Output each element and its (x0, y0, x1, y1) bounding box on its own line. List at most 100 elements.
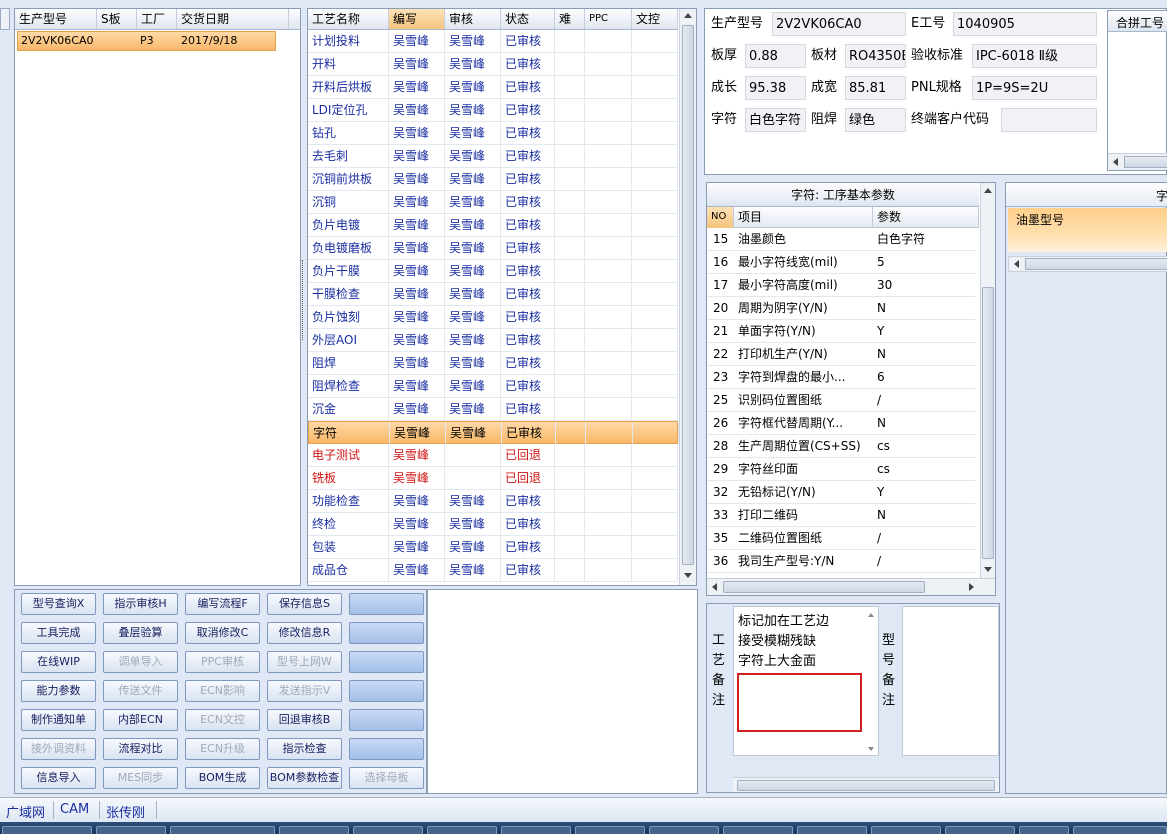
process-row[interactable]: 阻焊检查 吴雪峰 吴雪峰 已审核 (308, 375, 678, 398)
col-param[interactable]: 参数 (873, 207, 979, 228)
process-row[interactable]: 功能检查 吴雪峰 吴雪峰 已审核 (308, 490, 678, 513)
col-reviewer[interactable]: 审核 (445, 9, 501, 29)
action-button[interactable]: 型号查询X (21, 593, 96, 615)
action-button[interactable]: 回退审核B (267, 709, 342, 731)
taskbar-button[interactable] (575, 826, 645, 834)
note-hscroll-thumb[interactable] (737, 780, 995, 791)
action-button[interactable]: 叠层验算 (103, 622, 178, 644)
process-row[interactable]: 外层AOI 吴雪峰 吴雪峰 已审核 (308, 329, 678, 352)
col-status[interactable]: 状态 (501, 9, 555, 29)
process-row[interactable]: 开料 吴雪峰 吴雪峰 已审核 (308, 53, 678, 76)
process-row[interactable]: 计划投料 吴雪峰 吴雪峰 已审核 (308, 30, 678, 53)
material-value[interactable]: RO4350B (845, 44, 906, 68)
process-row[interactable]: 负电镀磨板 吴雪峰 吴雪峰 已审核 (308, 237, 678, 260)
blank-button[interactable] (349, 593, 424, 615)
process-list-scrollbar[interactable] (679, 9, 696, 585)
process-row[interactable]: 钻孔 吴雪峰 吴雪峰 已审核 (308, 122, 678, 145)
process-row[interactable]: 负片电镀 吴雪峰 吴雪峰 已审核 (308, 214, 678, 237)
param-row[interactable]: 26 字符框代替周期(Y... N (707, 412, 975, 435)
taskbar-button[interactable] (723, 826, 793, 834)
taskbar-button[interactable] (797, 826, 867, 834)
process-row[interactable]: 铣板 吴雪峰 已回退 (308, 467, 678, 490)
process-row[interactable]: 沉铜 吴雪峰 吴雪峰 已审核 (308, 191, 678, 214)
param-row[interactable]: 23 字符到焊盘的最小... 6 (707, 366, 975, 389)
taskbar-button[interactable] (1073, 826, 1167, 834)
scroll-up-icon[interactable] (868, 613, 874, 617)
process-row[interactable]: 字符 吴雪峰 吴雪峰 已审核 (308, 421, 679, 444)
scroll-up-icon[interactable] (984, 188, 992, 193)
scroll-down-icon[interactable] (684, 573, 692, 578)
param-row[interactable]: 25 识别码位置图纸 / (707, 389, 975, 412)
action-button[interactable]: 修改信息R (267, 622, 342, 644)
action-button[interactable]: BOM参数检查 (267, 767, 342, 789)
action-button[interactable]: 信息导入 (21, 767, 96, 789)
action-button[interactable]: PPC审核 (185, 651, 260, 673)
process-row[interactable]: 沉铜前烘板 吴雪峰 吴雪峰 已审核 (308, 168, 678, 191)
action-button[interactable]: 接外调资料 (21, 738, 96, 760)
pnl-value[interactable]: 1P=9S=2U (972, 76, 1097, 100)
scroll-left-icon[interactable] (1113, 158, 1118, 166)
wid-value[interactable]: 85.81 (845, 76, 906, 100)
col-ppc[interactable]: PPC (585, 9, 632, 29)
process-row[interactable]: 成品仓 吴雪峰 吴雪峰 已审核 (308, 559, 678, 582)
ink-hscroll[interactable] (1008, 256, 1167, 272)
taskbar-button[interactable] (427, 826, 497, 834)
taskbar-button[interactable] (353, 826, 423, 834)
taskbar-button[interactable] (1019, 826, 1069, 834)
cust-value[interactable] (1001, 108, 1097, 132)
params-vscroll-thumb[interactable] (982, 287, 994, 559)
action-button[interactable]: 指示审核H (103, 593, 178, 615)
col-s-board[interactable]: S板 (97, 9, 137, 29)
action-button[interactable]: 选择母板 (349, 767, 424, 789)
param-row[interactable]: 15 油墨颜色 白色字符 (707, 228, 975, 251)
action-button[interactable]: BOM生成 (185, 767, 260, 789)
scroll-down-icon[interactable] (868, 747, 874, 751)
param-row[interactable]: 20 周期为阴字(Y/N) N (707, 297, 975, 320)
params-hscroll[interactable] (707, 578, 995, 595)
taskbar-button[interactable] (279, 826, 349, 834)
col-process-name[interactable]: 工艺名称 (308, 9, 389, 29)
param-row[interactable]: 28 生产周期位置(CS+SS) cs (707, 435, 975, 458)
action-button[interactable]: 指示检查 (267, 738, 342, 760)
action-button[interactable]: 编写流程F (185, 593, 260, 615)
param-row[interactable]: 35 二维码位置图纸 / (707, 527, 975, 550)
mask-value[interactable]: 绿色 (845, 108, 906, 132)
taskbar-button[interactable] (945, 826, 1015, 834)
blank-button[interactable] (349, 622, 424, 644)
action-button[interactable]: 工具完成 (21, 622, 96, 644)
param-row[interactable]: 17 最小字符高度(mil) 30 (707, 274, 975, 297)
blank-button[interactable] (349, 709, 424, 731)
scroll-down-icon[interactable] (984, 567, 992, 572)
process-row[interactable]: 去毛刺 吴雪峰 吴雪峰 已审核 (308, 145, 678, 168)
action-button[interactable]: 传送文件 (103, 680, 178, 702)
action-button[interactable]: 在线WIP (21, 651, 96, 673)
blank-button[interactable] (349, 651, 424, 673)
process-row[interactable]: LDI定位孔 吴雪峰 吴雪峰 已审核 (308, 99, 678, 122)
ink-row-selected[interactable]: 油墨型号 (1008, 208, 1167, 252)
process-row[interactable]: 开料后烘板 吴雪峰 吴雪峰 已审核 (308, 76, 678, 99)
params-hscroll-thumb[interactable] (723, 581, 925, 593)
process-row[interactable]: 电子测试 吴雪峰 已回退 (308, 444, 678, 467)
ink-hscroll-thumb[interactable] (1025, 258, 1167, 270)
action-button[interactable]: 制作通知单 (21, 709, 96, 731)
action-button[interactable]: ECN升级 (185, 738, 260, 760)
model-value[interactable]: 2V2VK06CA0 (772, 12, 906, 36)
action-button[interactable]: 内部ECN (103, 709, 178, 731)
blank-button[interactable] (349, 738, 424, 760)
merge-hscroll-thumb[interactable] (1124, 156, 1167, 168)
merge-hscroll[interactable] (1108, 153, 1167, 170)
scroll-up-icon[interactable] (684, 13, 692, 18)
char-value[interactable]: 白色字符 (745, 108, 806, 132)
scroll-left-icon[interactable] (712, 583, 717, 591)
param-row[interactable]: 16 最小字符线宽(mil) 5 (707, 251, 975, 274)
std-value[interactable]: IPC-6018 Ⅱ级 (972, 44, 1097, 68)
col-date[interactable]: 交货日期 (177, 9, 289, 29)
col-writer[interactable]: 编写 (389, 9, 445, 29)
action-button[interactable]: 取消修改C (185, 622, 260, 644)
col-model[interactable]: 生产型号 (15, 9, 97, 29)
process-row[interactable]: 沉金 吴雪峰 吴雪峰 已审核 (308, 398, 678, 421)
action-button[interactable]: 能力参数 (21, 680, 96, 702)
action-button[interactable]: 发送指示V (267, 680, 342, 702)
param-row[interactable]: 33 打印二维码 N (707, 504, 975, 527)
taskbar-button[interactable] (96, 826, 166, 834)
